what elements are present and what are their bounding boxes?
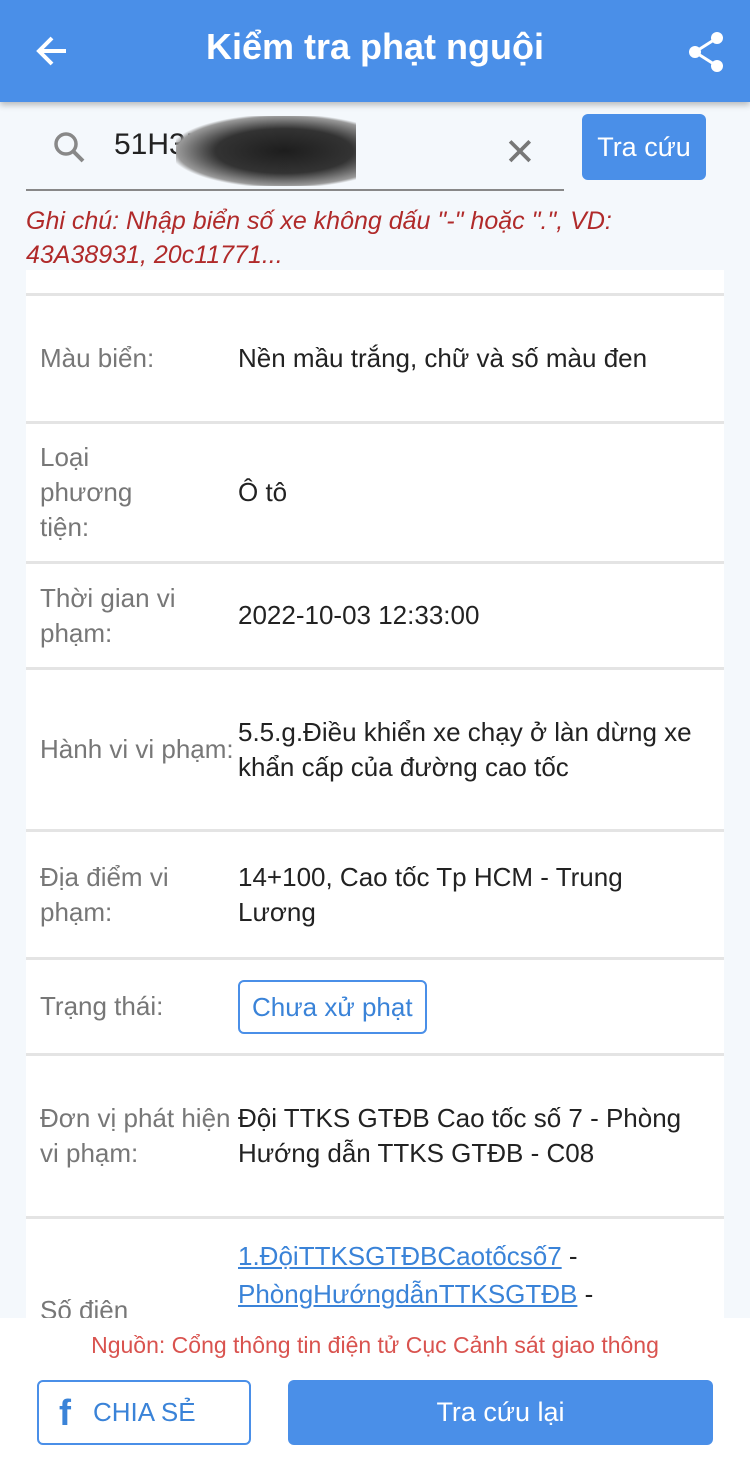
table-row: Loại phương tiện: Ô tô (26, 424, 724, 564)
search-icon (54, 132, 85, 163)
source-text: Nguồn: Cổng thông tin điện tử Cục Cảnh s… (91, 1332, 659, 1358)
row-value: Đội TTKS GTĐB Cao tốc số 7 - Phòng Hướng… (238, 1103, 682, 1168)
table-row (26, 270, 724, 296)
row-label: Số điện (40, 1295, 129, 1318)
row-label: Đơn vị phát hiện vi phạm: (40, 1103, 231, 1168)
phone-link[interactable]: PhòngHướngdẫnTTKSGTĐB (238, 1279, 577, 1309)
result-table: Màu biển: Nền mầu trắng, chữ và số màu đe… (26, 270, 724, 1318)
row-value: Nền mầu trắng, chữ và số màu đen (238, 343, 648, 373)
footer: Nguồn: Cổng thông tin điện tử Cục Cảnh s… (0, 1318, 750, 1472)
input-note: Ghi chú: Nhập biển số xe không dấu "-" h… (26, 207, 612, 269)
page-title: Kiểm tra phạt nguội (205, 26, 544, 67)
search-again-button[interactable]: Tra cứu lại (288, 1380, 713, 1445)
close-icon[interactable]: ✕ (504, 130, 536, 175)
row-value: 14+100, Cao tốc Tp HCM - Trung Lương (238, 861, 623, 927)
row-value: Ô tô (238, 477, 288, 507)
separator: - (561, 1241, 578, 1271)
row-label: Địa điểm vi phạm: (40, 861, 169, 927)
facebook-share-button[interactable]: f CHIA SẺ (37, 1380, 251, 1445)
table-row: Hành vi vi phạm: 5.5.g.Điều khiển xe chạy… (26, 670, 724, 832)
table-row: Màu biển: Nền mầu trắng, chữ và số màu đe… (26, 296, 724, 424)
plate-search-input[interactable]: 51H35 ✕ (26, 106, 564, 191)
table-row: Đơn vị phát hiện vi phạm: Đội TTKS GTĐB C… (26, 1056, 724, 1219)
phone-link[interactable]: 1.ĐộiTTKSGTĐBCaotốcsố7 (238, 1241, 562, 1271)
row-label: Loại phương tiện: (40, 442, 133, 542)
row-label: Trạng thái: (40, 991, 164, 1021)
separator: - (577, 1279, 594, 1309)
share-icon[interactable] (686, 30, 726, 74)
table-row: Địa điểm vi phạm: 14+100, Cao tốc Tp HCM … (26, 832, 724, 960)
row-label: Thời gian vi phạm: (40, 582, 176, 648)
app-header: Kiểm tra phạt nguội (0, 0, 750, 102)
redacted-area (176, 116, 356, 186)
table-row: Thời gian vi phạm: 2022-10-03 12:33:00 (26, 564, 724, 670)
search-button[interactable]: Tra cứu (582, 114, 706, 180)
table-row: Trạng thái: Chưa xử phạt (26, 960, 724, 1056)
status-badge: Chưa xử phạt (238, 979, 427, 1034)
facebook-icon: f (59, 1391, 71, 1433)
share-label: CHIA SẺ (93, 1397, 196, 1427)
row-value: 2022-10-03 12:33:00 (238, 600, 480, 630)
row-value: 5.5.g.Điều khiển xe chạy ở làn dừng xe k… (238, 716, 692, 782)
table-row: Số điện 1.ĐộiTTKSGTĐBCaotốcsố7 - PhòngHư… (26, 1219, 724, 1318)
row-label: Màu biển: (40, 343, 155, 373)
row-label: Hành vi vi phạm: (40, 734, 234, 764)
